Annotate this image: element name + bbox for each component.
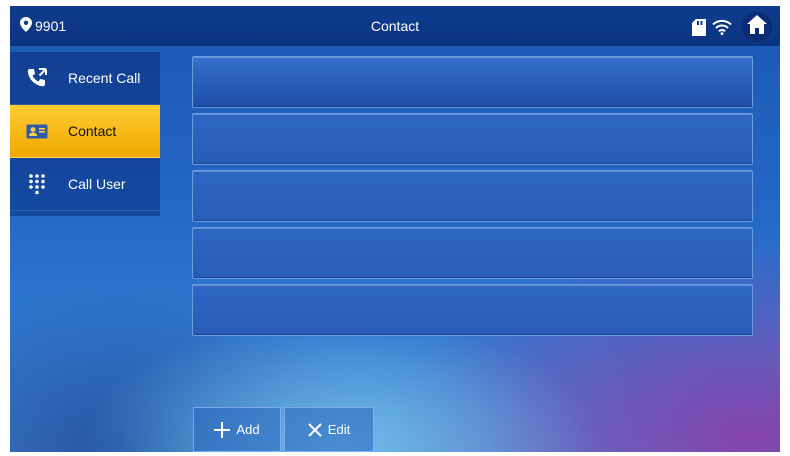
contact-list [192,56,753,341]
sidebar-item-label: Contact [68,123,117,139]
close-x-icon [308,422,322,437]
home-button[interactable] [742,12,772,42]
sidebar-item-contact[interactable]: Contact [10,105,160,158]
status-bar: 9901 Contact [10,6,780,46]
sidebar-item-label: Recent Call [68,70,141,86]
recent-call-icon [20,66,54,90]
add-button[interactable]: Add [193,407,281,452]
sidebar-item-call-user[interactable]: Call User [10,158,160,211]
list-item[interactable] [192,56,753,108]
plus-icon [214,421,231,438]
dialpad-icon [20,172,54,196]
sidebar-item-recent-call[interactable]: Recent Call [10,52,160,105]
status-icons [686,12,772,42]
add-label: Add [236,422,260,437]
action-bar: Add Edit [193,407,377,452]
list-item[interactable] [192,284,753,336]
sd-card-icon [692,18,706,36]
sidebar-item-label: Call User [68,176,126,192]
edit-button[interactable]: Edit [284,407,374,452]
wifi-icon [712,19,732,35]
page-title: Contact [370,18,420,34]
screen: 9901 Contact Recent Call Contact Call Us… [10,6,780,452]
list-item[interactable] [192,170,753,222]
list-item[interactable] [192,227,753,279]
edit-label: Edit [327,422,351,437]
sidebar: Recent Call Contact Call User [10,52,160,216]
contact-card-icon [20,119,54,143]
list-item[interactable] [192,113,753,165]
home-icon [747,15,767,39]
